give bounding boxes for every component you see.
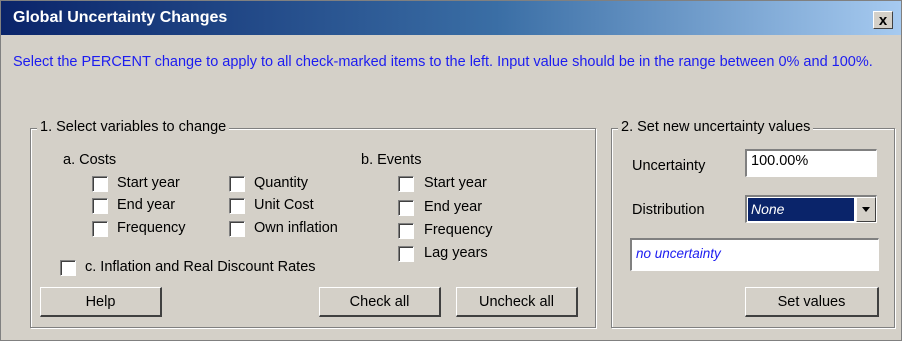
checkbox-costs-end-year[interactable]	[92, 198, 108, 214]
checkbox-costs-quantity[interactable]	[229, 176, 245, 192]
checkbox-events-end-year[interactable]	[398, 200, 414, 216]
dialog-window: Global Uncertainty Changes x Select the …	[0, 0, 902, 341]
close-button[interactable]: x	[873, 11, 893, 29]
group2-legend: 2. Set new uncertainty values	[618, 119, 814, 135]
check-all-button[interactable]: Check all	[319, 287, 441, 317]
events-heading: b. Events	[361, 152, 422, 168]
label-costs-frequency: Frequency	[117, 220, 186, 236]
label-events-end-year: End year	[424, 199, 483, 215]
label-costs-end-year: End year	[117, 197, 176, 213]
checkbox-events-frequency[interactable]	[398, 223, 414, 239]
set-values-button[interactable]: Set values	[745, 287, 879, 317]
checkbox-costs-start-year[interactable]	[92, 176, 108, 192]
label-events-frequency: Frequency	[424, 222, 493, 238]
costs-heading: a. Costs	[63, 152, 117, 168]
uncheck-all-button[interactable]: Uncheck all	[456, 287, 578, 317]
group1-legend: 1. Select variables to change	[37, 119, 230, 135]
distribution-description: no uncertainty	[630, 238, 879, 271]
label-costs-own-inflation: Own inflation	[254, 220, 338, 236]
distribution-select[interactable]: None	[745, 195, 877, 223]
instruction-text: Select the PERCENT change to apply to al…	[13, 54, 873, 70]
label-costs-quantity: Quantity	[254, 175, 308, 191]
label-events-lag-years: Lag years	[424, 245, 488, 261]
uncertainty-label: Uncertainty	[632, 158, 706, 174]
checkbox-costs-unit-cost[interactable]	[229, 198, 245, 214]
checkbox-costs-frequency[interactable]	[92, 221, 108, 237]
checkbox-events-lag-years[interactable]	[398, 246, 414, 262]
uncertainty-input[interactable]: 100.00%	[745, 149, 877, 177]
help-button[interactable]: Help	[40, 287, 162, 317]
label-events-start-year: Start year	[424, 175, 487, 191]
distribution-label: Distribution	[632, 202, 705, 218]
window-title: Global Uncertainty Changes	[13, 9, 228, 26]
label-inflation-rates: c. Inflation and Real Discount Rates	[85, 259, 316, 275]
label-costs-start-year: Start year	[117, 175, 180, 191]
checkbox-inflation-rates[interactable]	[60, 260, 76, 276]
close-icon: x	[878, 12, 888, 29]
distribution-selected-value: None	[748, 198, 854, 221]
checkbox-costs-own-inflation[interactable]	[229, 221, 245, 237]
chevron-down-icon[interactable]	[856, 197, 876, 222]
checkbox-events-start-year[interactable]	[398, 176, 414, 192]
label-costs-unit-cost: Unit Cost	[254, 197, 314, 213]
title-bar[interactable]: Global Uncertainty Changes x	[1, 1, 901, 35]
